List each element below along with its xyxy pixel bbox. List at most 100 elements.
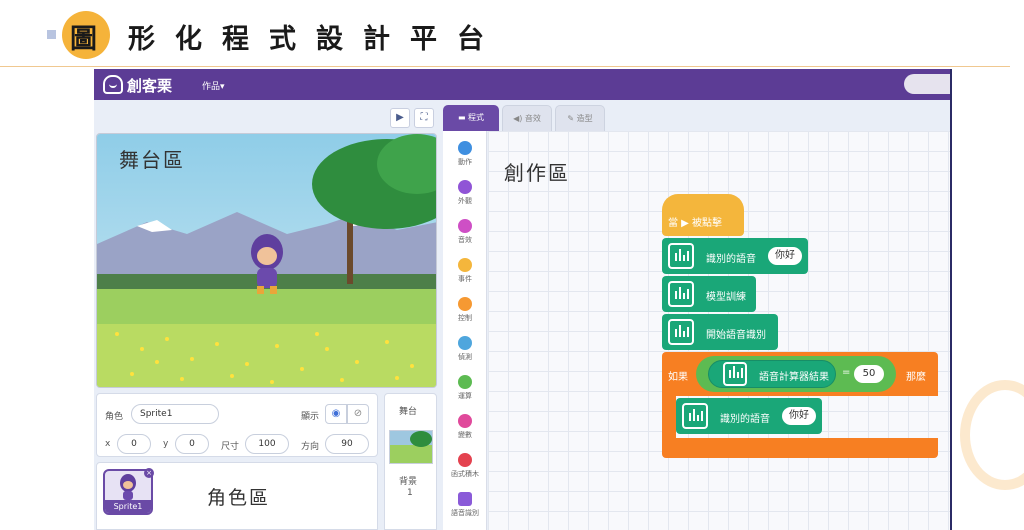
category-motion[interactable]: 動作: [443, 141, 487, 167]
sprite-area-label: 角色區: [207, 487, 271, 509]
size-field[interactable]: 100: [245, 434, 289, 454]
category-operators[interactable]: 運算: [443, 375, 487, 401]
my-blocks-icon: [458, 453, 472, 467]
logo-icon: [103, 75, 123, 94]
direction-label: 方向: [301, 442, 320, 452]
start-recognition-block[interactable]: 開始語音識別: [662, 314, 778, 350]
category-variables[interactable]: 變數: [443, 414, 487, 440]
sprite-name-field[interactable]: Sprite1: [131, 404, 219, 424]
stage-panel[interactable]: 舞台 背景 1: [384, 393, 437, 530]
inner-speech-value[interactable]: 你好: [782, 407, 816, 425]
speech-recognition-icon: [458, 492, 472, 506]
stage-area-label: 舞台區: [119, 148, 185, 172]
size-label: 尺寸: [221, 442, 240, 452]
category-sound[interactable]: 音效: [443, 219, 487, 245]
backdrop-thumbnail[interactable]: [389, 430, 433, 464]
category-label: 事件: [458, 275, 472, 283]
fullscreen-button[interactable]: ⛶: [414, 108, 434, 128]
motion-icon: [458, 141, 472, 155]
title-first-char: 圖: [70, 24, 97, 55]
sensing-icon: [458, 336, 472, 350]
train-model-block[interactable]: 模型訓練: [662, 276, 756, 312]
hide-eye-icon[interactable]: ⊘: [347, 404, 369, 424]
category-my-blocks[interactable]: 函式積木: [443, 453, 487, 479]
speech-counter-label: 語音計算器結果: [759, 372, 829, 383]
category-label: 動作: [458, 158, 472, 166]
variables-icon: [458, 414, 472, 428]
control-icon: [458, 297, 472, 311]
voice-wave-icon: [723, 362, 747, 386]
watermark-logo: [960, 380, 1024, 490]
app-logo-text[interactable]: 創客栗: [127, 75, 172, 96]
speech-result-value[interactable]: 你好: [768, 247, 802, 265]
y-label: y: [163, 439, 169, 449]
category-events[interactable]: 事件: [443, 258, 487, 284]
backdrop-label: 背景: [399, 477, 418, 487]
category-looks[interactable]: 外觀: [443, 180, 487, 206]
tab-code[interactable]: ▬ 程式: [443, 105, 499, 131]
direction-field[interactable]: 90: [325, 434, 369, 454]
x-field[interactable]: 0: [117, 434, 151, 454]
green-flag-button[interactable]: ▶: [390, 108, 410, 128]
voice-wave-icon: [668, 243, 694, 269]
inner-speech-label: 識別的語音: [720, 414, 770, 425]
backdrop-count: 1: [407, 488, 413, 498]
equals-operator-block[interactable]: 語音計算器結果 = 50: [696, 356, 896, 392]
category-speech-recognition[interactable]: 語音識別: [443, 492, 487, 518]
category-label: 音效: [458, 236, 472, 244]
delete-sprite-icon[interactable]: ×: [144, 468, 154, 478]
category-control[interactable]: 控制: [443, 297, 487, 323]
if-block-footer: [662, 438, 938, 458]
sprite-thumbnail-label: Sprite1: [105, 500, 151, 513]
works-menu[interactable]: 作品▾: [202, 79, 225, 92]
block-category-column: 動作 外觀 音效 事件 控制 偵測 運算 變數 函式積木 語音識別: [443, 131, 487, 530]
tab-sounds[interactable]: ◀) 音效: [502, 105, 552, 131]
equals-sign: =: [842, 367, 851, 378]
event-block-label: 當 ▶ 被點擊: [668, 218, 723, 229]
if-label: 如果: [668, 372, 688, 383]
when-flag-clicked-block[interactable]: 當 ▶ 被點擊: [662, 194, 744, 236]
speech-result-block[interactable]: 識別的語音 你好: [662, 238, 808, 274]
category-label: 函式積木: [451, 470, 479, 478]
role-label: 角色: [105, 412, 124, 422]
voice-wave-icon: [668, 281, 694, 307]
sound-icon: [458, 219, 472, 233]
category-label: 外觀: [458, 197, 472, 205]
top-menu-bar: 創客栗 作品▾: [94, 69, 950, 100]
slide-bullet: [47, 30, 56, 39]
speech-counter-reporter[interactable]: 語音計算器結果: [708, 360, 836, 388]
stage-panel-title: 舞台: [399, 407, 418, 417]
account-pill[interactable]: [904, 74, 950, 94]
category-label: 偵測: [458, 353, 472, 361]
programming-app: 創客栗 作品▾ ▶ ⛶ 舞台區 角色 Sprite1 顯示 ◉ ⊘ x 0 y …: [94, 69, 952, 530]
tab-costumes[interactable]: ✎ 造型: [555, 105, 605, 131]
slide-title: 形化程式設計平台: [128, 24, 504, 55]
sprite-list-panel: Sprite1 × 角色區: [96, 462, 378, 530]
category-sensing[interactable]: 偵測: [443, 336, 487, 362]
voice-wave-icon: [682, 403, 708, 429]
speech-result-label: 識別的語音: [706, 254, 756, 265]
show-eye-icon[interactable]: ◉: [325, 404, 347, 424]
inner-speech-result-block[interactable]: 識別的語音 你好: [676, 398, 822, 434]
then-label: 那麼: [906, 372, 926, 383]
stage-canvas[interactable]: 舞台區: [96, 133, 437, 388]
category-label: 變數: [458, 431, 472, 439]
if-block[interactable]: 如果 語音計算器結果 = 50 那麼: [662, 352, 938, 396]
category-label: 語音識別: [451, 509, 479, 517]
title-divider: [0, 66, 1010, 67]
looks-icon: [458, 180, 472, 194]
category-label: 控制: [458, 314, 472, 322]
y-field[interactable]: 0: [175, 434, 209, 454]
workspace-area-label: 創作區: [504, 161, 570, 185]
compare-value-field[interactable]: 50: [854, 365, 884, 383]
events-icon: [458, 258, 472, 272]
sprite-info-panel: 角色 Sprite1 顯示 ◉ ⊘ x 0 y 0 尺寸 100 方向 90: [96, 393, 378, 457]
code-workspace[interactable]: 創作區 當 ▶ 被點擊 識別的語音 你好 模型訓練 開始語音識別 如果 語音計算…: [488, 131, 950, 530]
show-label: 顯示: [301, 412, 320, 422]
train-model-label: 模型訓練: [706, 292, 746, 303]
if-block-arm: [662, 396, 676, 438]
operators-icon: [458, 375, 472, 389]
category-label: 運算: [458, 392, 472, 400]
voice-wave-icon: [668, 319, 694, 345]
x-label: x: [105, 439, 111, 449]
